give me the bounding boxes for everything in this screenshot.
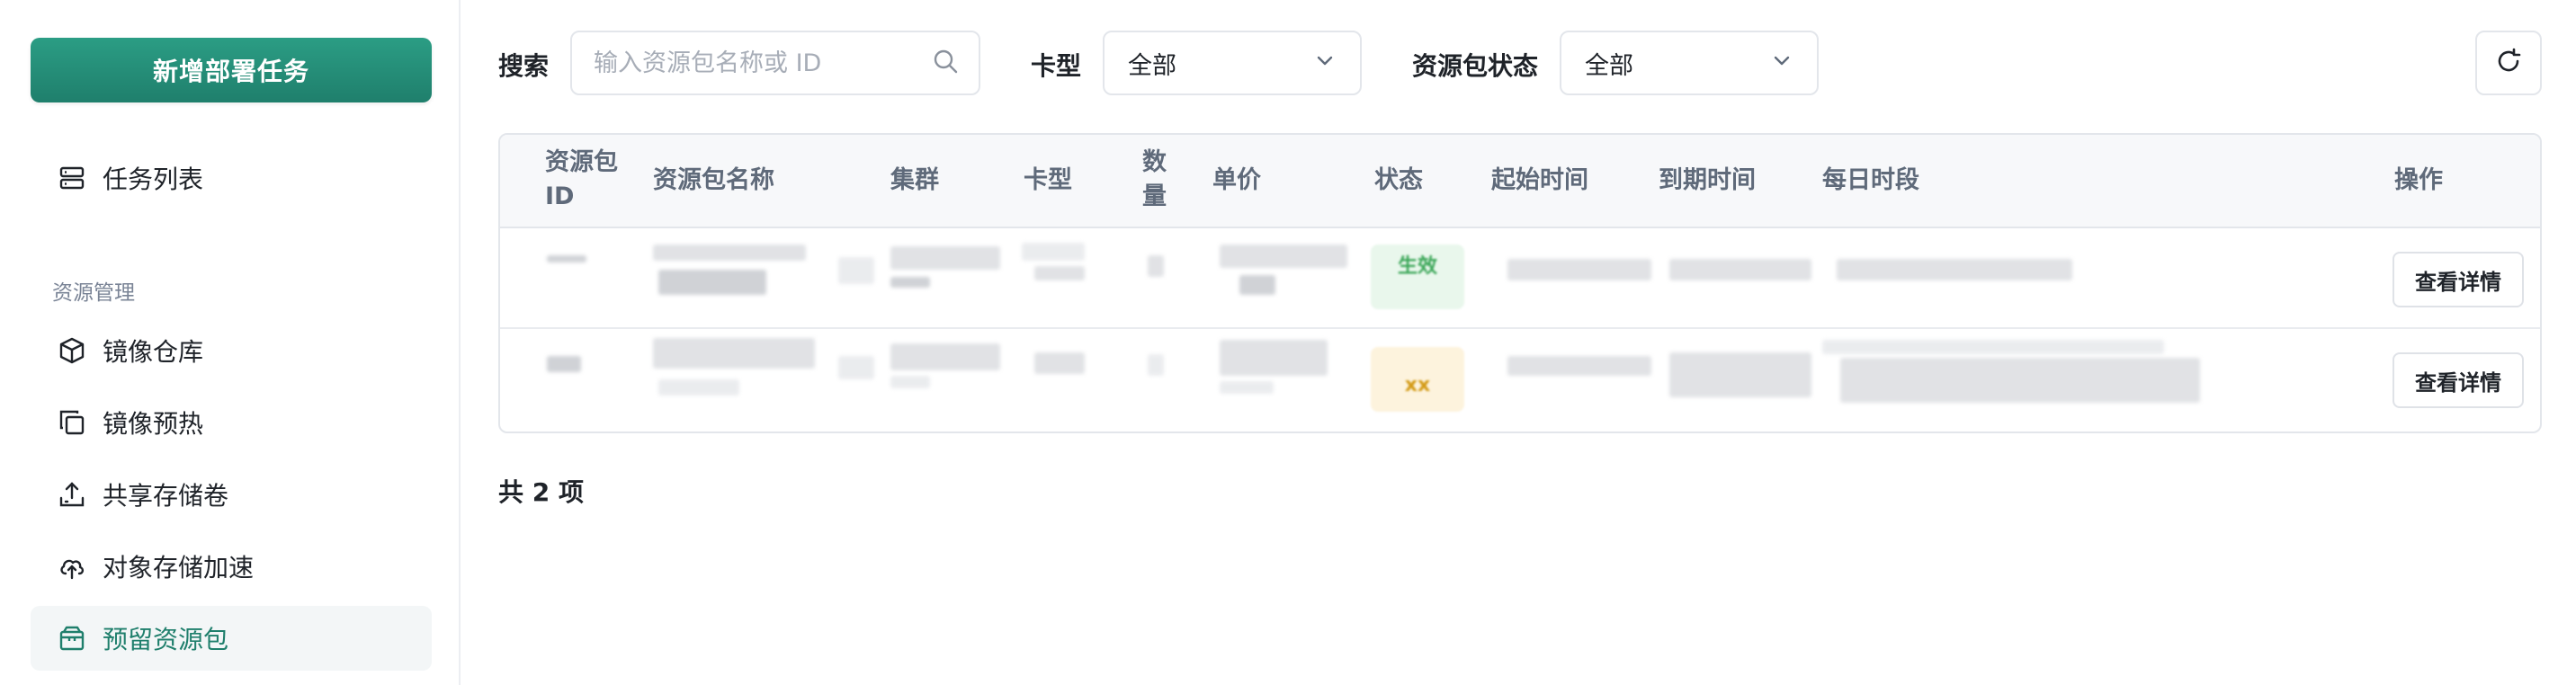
redacted-cell [658, 379, 739, 396]
app-root: 新增部署任务 任务列表 资源管理 镜像仓库 镜像预热 共享存储卷 对象存储加速 … [0, 0, 2576, 685]
sidebar-item-task-list[interactable]: 任务列表 [31, 146, 432, 210]
redacted-cell [1220, 381, 1274, 394]
status-badge: xx [1371, 347, 1464, 412]
package-status-value: 全部 [1585, 51, 1633, 80]
sidebar-item-shared-storage[interactable]: 共享存储卷 [31, 462, 432, 527]
redacted-cell [1840, 358, 2200, 403]
sidebar-item-reserved-packages[interactable]: 预留资源包 [31, 606, 432, 671]
package-status-select[interactable]: 全部 [1560, 31, 1819, 95]
column-header-daily-period: 每日时段 [1822, 166, 1919, 194]
redacted-cell [1507, 356, 1651, 376]
redacted-cell [547, 356, 581, 372]
redacted-cell [658, 270, 766, 295]
redacted-cell [890, 376, 930, 388]
search-icon[interactable] [932, 48, 959, 78]
sidebar-item-image-preheat[interactable]: 镜像预热 [31, 390, 432, 455]
package-icon [58, 624, 86, 653]
redacted-cell [1669, 352, 1811, 397]
redacted-cell [838, 356, 874, 379]
search-input[interactable] [592, 48, 932, 78]
sidebar: 新增部署任务 任务列表 资源管理 镜像仓库 镜像预热 共享存储卷 对象存储加速 … [0, 0, 461, 685]
redacted-cell [1022, 243, 1085, 261]
table-row: xx 查看详情 [500, 331, 2540, 431]
card-type-select[interactable]: 全部 [1103, 31, 1362, 95]
redacted-cell [890, 246, 1000, 270]
redacted-cell [1220, 245, 1347, 268]
redacted-cell [653, 245, 806, 261]
column-header-id: 资源包 ID [545, 148, 618, 210]
column-header-end-time: 到期时间 [1659, 166, 1756, 194]
redacted-cell [890, 343, 1000, 370]
column-header-card-type: 卡型 [1024, 166, 1072, 194]
cube-icon [58, 336, 86, 365]
copy-icon [58, 408, 86, 437]
redacted-cell [1822, 340, 2164, 354]
column-header-quantity: 数 量 [1142, 148, 1167, 210]
column-header-unit-price: 单价 [1212, 166, 1261, 194]
redacted-cell [547, 255, 586, 262]
sidebar-section-title: 资源管理 [52, 281, 135, 305]
table-header: 资源包 ID 资源包名称 集群 卡型 数 量 单价 状态 起始时间 到期时间 每… [500, 135, 2540, 228]
task-list-icon [58, 164, 86, 192]
status-badge: 生效 [1371, 245, 1464, 309]
redacted-cell [1220, 340, 1328, 376]
chevron-down-icon [1770, 49, 1793, 78]
sidebar-item-label: 对象存储加速 [103, 553, 255, 583]
sidebar-item-label: 任务列表 [103, 165, 204, 194]
sidebar-item-label: 共享存储卷 [103, 481, 229, 511]
sidebar-item-label: 预留资源包 [103, 625, 229, 654]
refresh-icon [2494, 47, 2523, 79]
search-box[interactable] [570, 31, 980, 95]
redacted-cell [1507, 259, 1651, 280]
redacted-cell [838, 257, 874, 284]
view-details-button[interactable]: 查看详情 [2393, 252, 2524, 307]
sidebar-item-label: 镜像仓库 [103, 337, 204, 367]
column-header-status: 状态 [1374, 166, 1423, 194]
column-header-start-time: 起始时间 [1491, 166, 1588, 194]
card-type-value: 全部 [1128, 51, 1176, 80]
redacted-cell [1837, 259, 2072, 280]
redacted-cell [653, 338, 815, 369]
redacted-cell [1148, 255, 1164, 277]
table-row: 生效 查看详情 [500, 228, 2540, 329]
sidebar-item-object-storage-acceleration[interactable]: 对象存储加速 [31, 534, 432, 599]
redacted-cell [1669, 259, 1811, 280]
column-header-actions: 操作 [2394, 166, 2443, 194]
sidebar-item-label: 镜像预热 [103, 409, 204, 439]
redacted-cell [1239, 275, 1275, 295]
view-details-button[interactable]: 查看详情 [2393, 352, 2524, 408]
card-type-label: 卡型 [1031, 51, 1082, 81]
cloud-upload-icon [58, 552, 86, 581]
search-label: 搜索 [498, 51, 550, 81]
refresh-button[interactable] [2475, 31, 2542, 95]
sidebar-item-image-registry[interactable]: 镜像仓库 [31, 318, 432, 383]
column-header-name: 资源包名称 [653, 166, 774, 194]
column-header-cluster: 集群 [890, 166, 939, 194]
redacted-cell [1148, 354, 1164, 376]
redacted-cell [1034, 266, 1085, 280]
redacted-cell [1034, 352, 1085, 374]
total-count: 共 2 项 [498, 477, 584, 507]
chevron-down-icon [1313, 49, 1337, 78]
create-deploy-task-button[interactable]: 新增部署任务 [31, 38, 432, 102]
resource-package-table: 资源包 ID 资源包名称 集群 卡型 数 量 单价 状态 起始时间 到期时间 每… [498, 133, 2542, 433]
redacted-cell [890, 277, 930, 288]
package-status-label: 资源包状态 [1412, 51, 1539, 81]
upload-storage-icon [58, 480, 86, 509]
